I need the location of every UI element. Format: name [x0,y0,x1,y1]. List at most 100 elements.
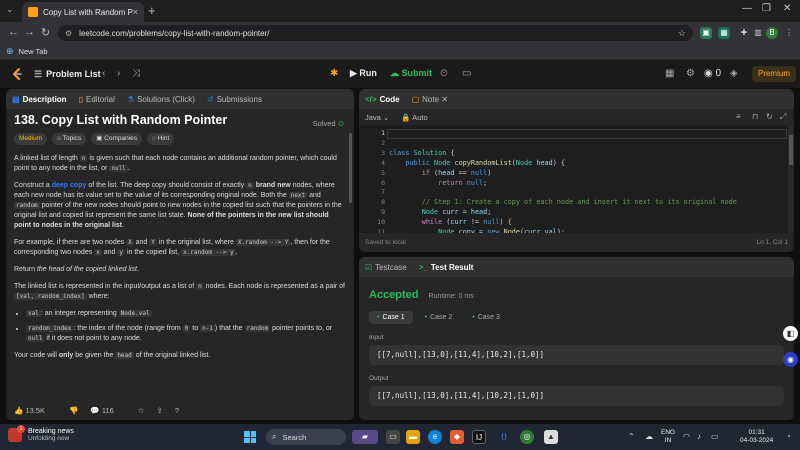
site-info-icon[interactable]: ⚙ [65,29,72,38]
submit-label: Submit [401,68,433,78]
file-explorer-icon[interactable]: ▬ [406,430,420,444]
new-tab-button[interactable]: + [148,3,156,18]
browser-tab-active[interactable]: Copy List with Random Pointer × [22,2,144,22]
language-select[interactable]: Java ⌄ [365,113,389,122]
bookmark-new-tab[interactable]: New Tab [19,47,48,56]
auto-complete-toggle[interactable]: 🔒 Auto [401,113,427,122]
topics-label: Topics [62,135,82,142]
tab-search-icon[interactable]: ⌄ [6,4,14,15]
side-assistant-icon[interactable]: ◉ [783,352,798,367]
address-bar[interactable]: ⚙ leetcode.com/problems/copy-list-with-r… [58,25,693,41]
tab-editorial[interactable]: ▯ Editorial [79,95,115,104]
submit-button[interactable]: ☁ Submit [390,68,432,79]
side-chat-icon[interactable]: ◧ [783,326,798,341]
hint-tag[interactable]: ◌ Hint [147,133,175,145]
back-icon[interactable]: ← [8,26,19,38]
streak-counter[interactable]: ◉ 0 [704,68,721,79]
line-number: 6 [381,178,385,187]
cloud-icon[interactable]: ☁ [645,432,653,441]
language-indicator[interactable]: ENG IN [661,429,675,445]
next-problem-icon[interactable]: › [117,68,120,79]
format-icon[interactable]: ≡ [736,112,741,121]
browser-menu-icon[interactable]: ⋮ [783,27,795,39]
settings-gear-icon[interactable]: ⚙ [686,68,695,79]
office-icon[interactable]: ◆ [450,430,464,444]
wifi-icon[interactable]: ◠ [683,432,690,441]
layout-icon[interactable]: ▦ [665,68,674,79]
tab-submissions[interactable]: ↺ Submissions [207,95,262,104]
code-line-2: class Solution { [389,148,455,157]
vscode-icon[interactable]: ⟨⟩ [497,430,511,444]
input-label: Input [369,334,384,341]
tab-close-icon[interactable]: × [133,7,138,17]
problem-title[interactable]: 138. Copy List with Random Pointer [14,114,346,127]
reload-icon[interactable]: ↻ [41,26,50,39]
notes-icon[interactable]: ▭ [462,68,471,79]
timer-icon[interactable]: ⏲ [440,68,448,79]
chrome-icon[interactable]: ◎ [520,430,534,444]
problem-list-link[interactable]: ☰ Problem List [34,69,101,80]
topics-tag[interactable]: ⌂ Topics [52,133,87,145]
tab-code[interactable]: </> Code [365,95,400,104]
run-button[interactable]: ▶ Run [350,68,377,79]
reset-code-icon[interactable]: ↻ [766,112,773,121]
code-editor[interactable]: 1 2 3 4 5 6 7 8 9 10 11 class Solution {… [359,125,794,233]
companies-tag[interactable]: ▣ Companies [91,133,143,145]
debug-icon[interactable]: ✱ [330,68,338,79]
restore-icon[interactable]: ❐ [762,3,771,14]
case-tab-3[interactable]: • Case 3 [464,311,508,324]
case-tab-2[interactable]: • Case 2 [417,311,461,324]
system-clock[interactable]: 01:31 04-03-2024 [740,429,773,445]
widget-icon[interactable]: ▰ [352,430,378,444]
tab-description[interactable]: ▤ Description [12,95,67,104]
editor-scroll-thumb[interactable] [789,135,793,165]
prev-problem-icon[interactable]: ‹ [102,68,105,79]
note-close-icon[interactable]: ✕ [441,95,448,104]
close-window-icon[interactable]: ✕ [783,3,791,14]
edge-icon[interactable]: e [428,430,442,444]
tray-expand-icon[interactable]: ⌃ [628,432,635,441]
bookmark-icon[interactable]: ⊓ [752,112,758,121]
fullscreen-icon[interactable]: ⤢ [780,112,786,122]
comments-button[interactable]: 💬 116 [90,406,125,415]
side-panel-icon[interactable]: ▥ [752,27,764,39]
user-avatar[interactable]: ◈ [730,68,738,79]
intellij-icon[interactable]: IJ [472,430,486,444]
premium-button[interactable]: Premium [752,66,796,82]
volume-icon[interactable]: ♪ [697,432,701,441]
input-value[interactable]: [[7,null],[13,0],[11,4],[10,2],[1,0]] [369,345,784,365]
tab-solutions[interactable]: ⚗ Solutions (Click) [127,95,195,104]
share-icon[interactable]: ⇪ [157,406,163,415]
extension-2-icon[interactable]: ▦ [718,27,730,39]
bookmark-star-icon[interactable]: ☆ [678,28,686,39]
tab-note[interactable]: ▢ Note ✕ [412,95,448,104]
extensions-puzzle-icon[interactable]: ✚ [738,27,750,39]
help-icon[interactable]: ? [175,406,179,415]
battery-icon[interactable]: ▭ [711,432,719,441]
paint-icon[interactable]: ▲ [544,430,558,444]
editor-scrollbar[interactable] [788,125,794,233]
like-button[interactable]: 👍 13.5K [14,406,57,415]
favorite-star-icon[interactable]: ☆ [138,406,145,415]
case-tab-1[interactable]: • Case 1 [369,311,413,324]
windows-start-icon[interactable] [244,431,256,443]
notifications-icon[interactable]: ◔ [786,432,791,441]
dislike-icon[interactable]: 👎 [69,406,78,415]
code-line-8: Node curr = head; [421,208,492,217]
code-lines: class Solution { public Node copyRandomL… [389,129,737,233]
news-widget[interactable]: 1 Breaking news Unfolding now [8,425,74,442]
shuffle-icon[interactable]: ⤨ [132,68,140,79]
output-value[interactable]: [[7,null],[13,0],[11,4],[10,2],[1,0]] [369,386,784,406]
task-view-icon[interactable]: ▭ [386,430,400,444]
extension-icon[interactable]: ▣ [700,27,712,39]
taskbar-search[interactable]: ⌕ Search [266,429,346,445]
profile-avatar[interactable]: B [766,27,778,39]
forward-icon[interactable]: → [24,26,35,38]
description-scrollbar[interactable] [349,133,352,203]
leetcode-logo-icon[interactable] [10,67,24,81]
minimize-icon[interactable]: — [742,3,752,14]
deep-copy-link[interactable]: deep copy [52,182,87,189]
save-status: Saved to local [365,239,406,246]
tab-testcase[interactable]: ☑ Testcase [365,263,407,272]
tab-test-result[interactable]: >_ Test Result [419,263,474,272]
